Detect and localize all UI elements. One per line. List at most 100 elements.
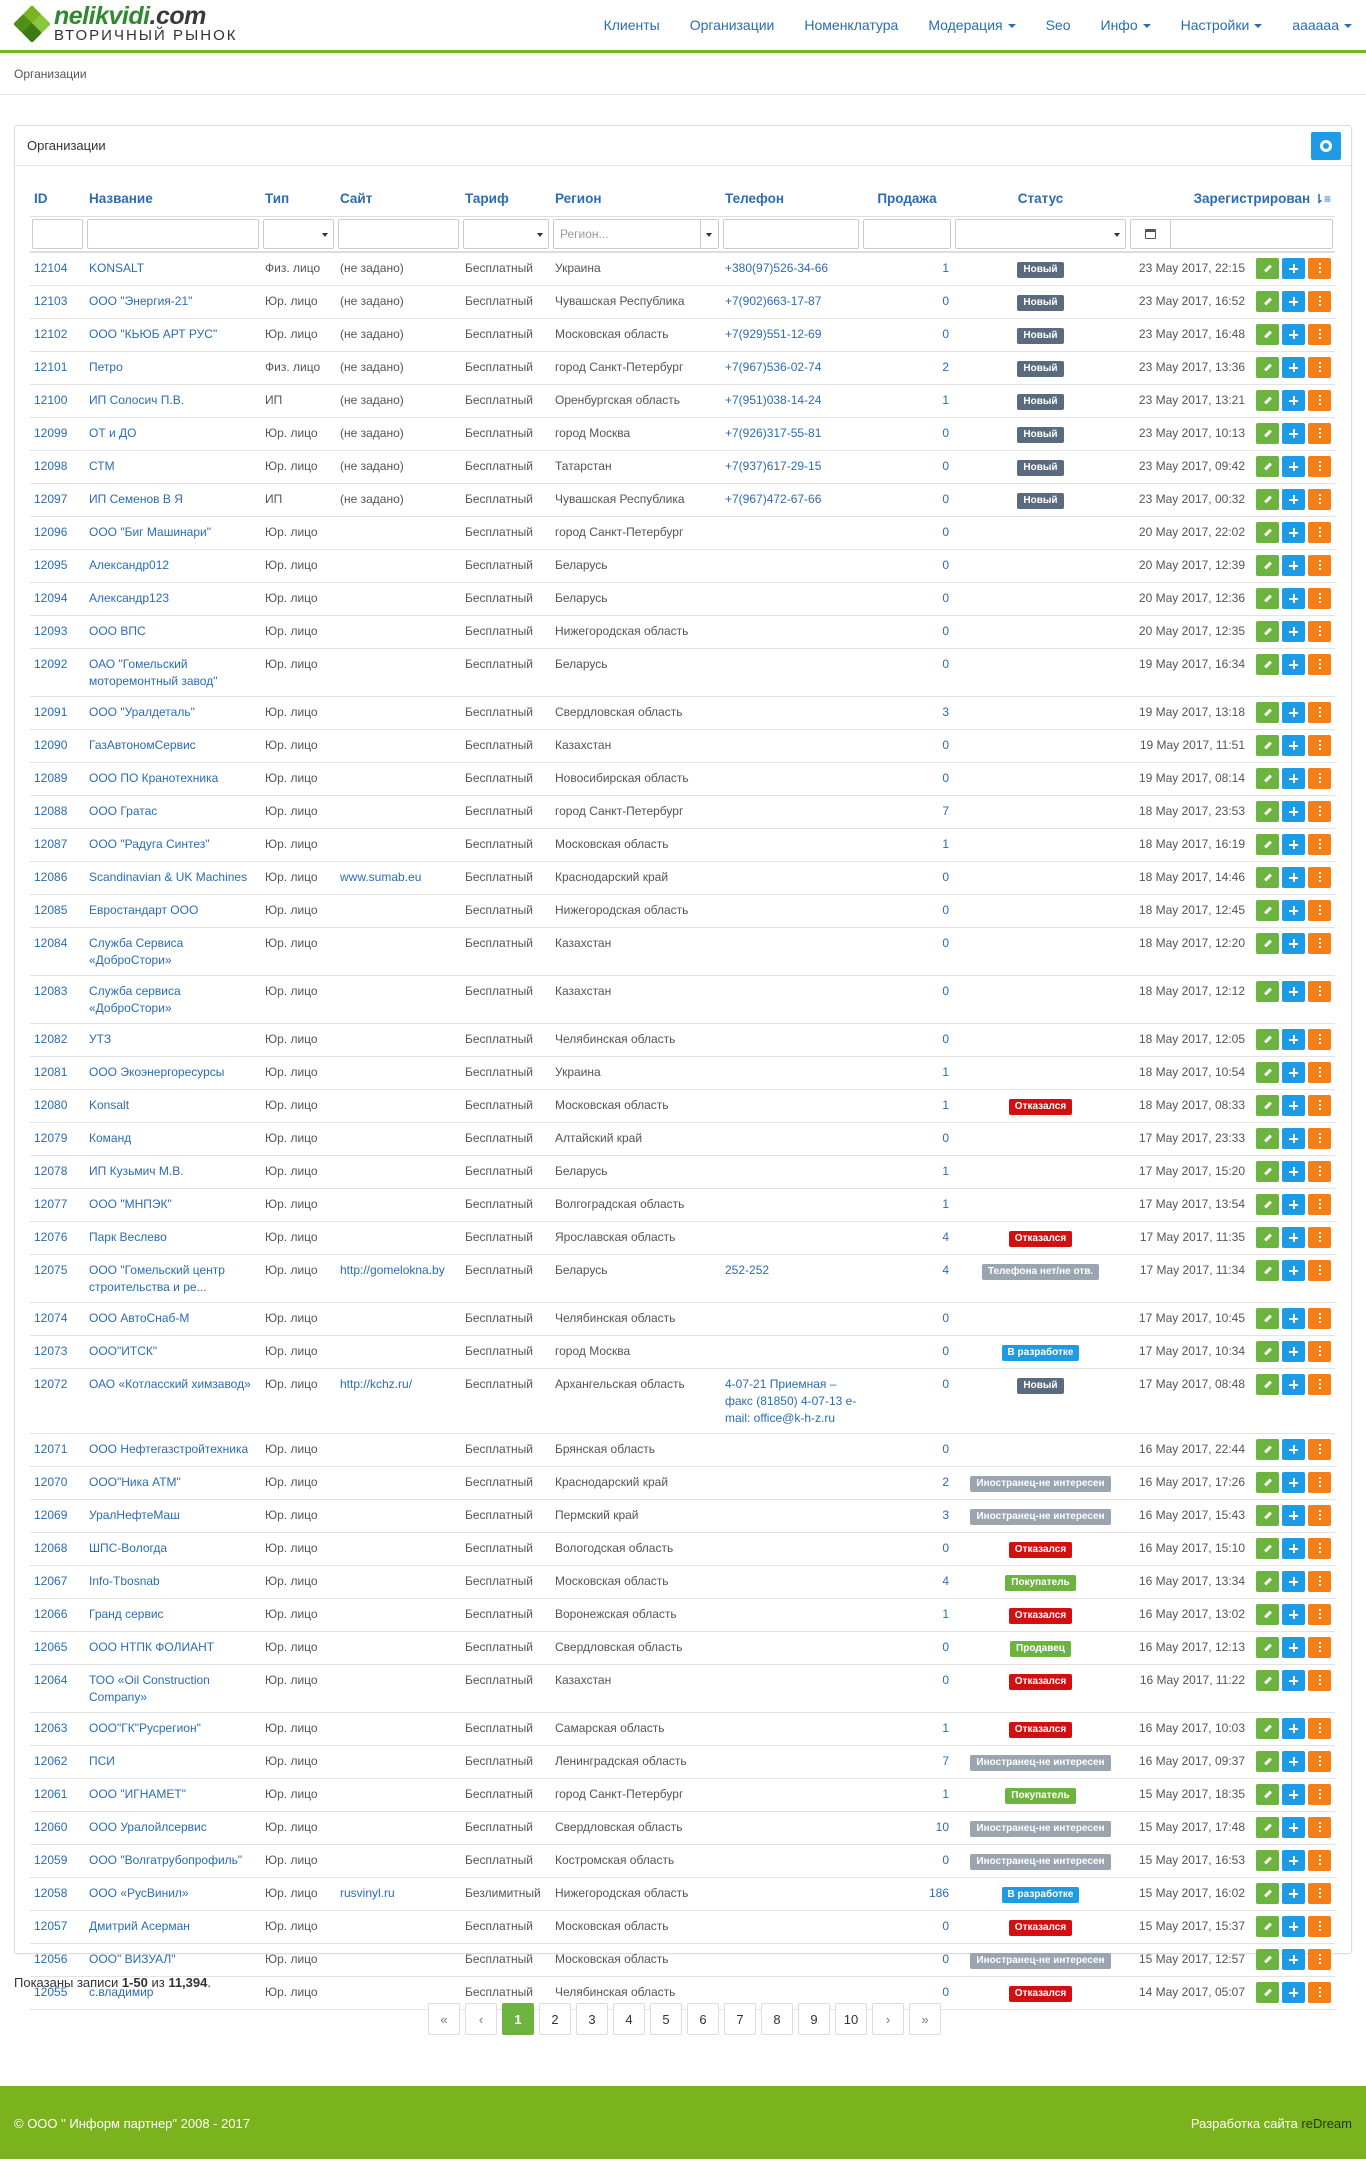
org-name-link[interactable]: ИП Солосич П.В. bbox=[89, 393, 184, 407]
org-id-link[interactable]: 12070 bbox=[34, 1475, 67, 1489]
sales-link[interactable]: 1 bbox=[942, 1607, 949, 1621]
sales-link[interactable]: 0 bbox=[942, 327, 949, 341]
sales-link[interactable]: 0 bbox=[942, 1985, 949, 1999]
org-id-link[interactable]: 12079 bbox=[34, 1131, 67, 1145]
more-button[interactable] bbox=[1308, 554, 1331, 576]
org-name-link[interactable]: Служба Сервиса «ДоброСтори» bbox=[89, 936, 183, 967]
edit-button[interactable] bbox=[1256, 800, 1279, 822]
org-id-link[interactable]: 12067 bbox=[34, 1574, 67, 1588]
add-button[interactable] bbox=[1282, 554, 1305, 576]
org-name-link[interactable]: ООО ВПС bbox=[89, 624, 146, 638]
sales-link[interactable]: 1 bbox=[942, 1787, 949, 1801]
page-5-button[interactable]: 5 bbox=[650, 2003, 682, 2035]
org-name-link[interactable]: Дмитрий Асерман bbox=[89, 1919, 190, 1933]
more-button[interactable] bbox=[1308, 980, 1331, 1002]
more-button[interactable] bbox=[1308, 257, 1331, 279]
more-button[interactable] bbox=[1308, 323, 1331, 345]
page-2-button[interactable]: 2 bbox=[539, 2003, 571, 2035]
more-button[interactable] bbox=[1308, 1193, 1331, 1215]
org-name-link[interactable]: ООО «РусВинил» bbox=[89, 1886, 189, 1900]
org-id-link[interactable]: 12060 bbox=[34, 1820, 67, 1834]
more-button[interactable] bbox=[1308, 800, 1331, 822]
org-id-link[interactable]: 12078 bbox=[34, 1164, 67, 1178]
edit-button[interactable] bbox=[1256, 422, 1279, 444]
org-name-link[interactable]: ООО"ИТСК" bbox=[89, 1344, 157, 1358]
phone-link[interactable]: +7(937)617-29-15 bbox=[725, 459, 821, 473]
org-id-link[interactable]: 12075 bbox=[34, 1263, 67, 1277]
org-id-link[interactable]: 12089 bbox=[34, 771, 67, 785]
more-button[interactable] bbox=[1308, 290, 1331, 312]
org-id-link[interactable]: 12091 bbox=[34, 705, 67, 719]
sales-link[interactable]: 7 bbox=[942, 804, 949, 818]
org-id-link[interactable]: 12068 bbox=[34, 1541, 67, 1555]
sales-link[interactable]: 0 bbox=[942, 591, 949, 605]
more-button[interactable] bbox=[1308, 1537, 1331, 1559]
org-id-link[interactable]: 12088 bbox=[34, 804, 67, 818]
add-button[interactable] bbox=[1282, 980, 1305, 1002]
edit-button[interactable] bbox=[1256, 767, 1279, 789]
more-button[interactable] bbox=[1308, 1028, 1331, 1050]
phone-link[interactable]: +7(926)317-55-81 bbox=[725, 426, 821, 440]
add-button[interactable] bbox=[1282, 1816, 1305, 1838]
org-name-link[interactable]: ООО "КЬЮБ АРТ РУС" bbox=[89, 327, 217, 341]
more-button[interactable] bbox=[1308, 1882, 1331, 1904]
more-button[interactable] bbox=[1308, 833, 1331, 855]
site-logo[interactable]: nelikvidi.com ВТОРИЧНЫЙ РЫНОК bbox=[13, 4, 238, 43]
edit-button[interactable] bbox=[1256, 833, 1279, 855]
org-name-link[interactable]: ООО АвтоСнаб-М bbox=[89, 1311, 189, 1325]
filter-type-select[interactable] bbox=[263, 218, 334, 249]
org-name-link[interactable]: ОАО "Гомельский моторемонтный завод" bbox=[89, 657, 217, 688]
org-name-link[interactable]: ОАО «Котласский химзавод» bbox=[89, 1377, 251, 1391]
org-name-link[interactable]: ООО" ВИЗУАЛ" bbox=[89, 1952, 176, 1966]
org-id-link[interactable]: 12103 bbox=[34, 294, 67, 308]
org-id-link[interactable]: 12086 bbox=[34, 870, 67, 884]
org-id-link[interactable]: 12097 bbox=[34, 492, 67, 506]
edit-button[interactable] bbox=[1256, 587, 1279, 609]
nav-item-1[interactable]: Организации bbox=[690, 17, 775, 33]
sales-link[interactable]: 0 bbox=[942, 870, 949, 884]
edit-button[interactable] bbox=[1256, 1373, 1279, 1395]
more-button[interactable] bbox=[1308, 1307, 1331, 1329]
more-button[interactable] bbox=[1308, 1849, 1331, 1871]
edit-button[interactable] bbox=[1256, 1948, 1279, 1970]
more-button[interactable] bbox=[1308, 653, 1331, 675]
edit-button[interactable] bbox=[1256, 1669, 1279, 1691]
phone-link[interactable]: +7(951)038-14-24 bbox=[725, 393, 821, 407]
org-id-link[interactable]: 12063 bbox=[34, 1721, 67, 1735]
add-button[interactable] bbox=[1282, 1981, 1305, 2003]
org-id-link[interactable]: 12059 bbox=[34, 1853, 67, 1867]
more-button[interactable] bbox=[1308, 1915, 1331, 1937]
col-registered[interactable]: Зарегистрирован ⇂≡ bbox=[1128, 182, 1335, 217]
edit-button[interactable] bbox=[1256, 521, 1279, 543]
org-id-link[interactable]: 12082 bbox=[34, 1032, 67, 1046]
page-nav-button-13[interactable]: » bbox=[909, 2003, 941, 2035]
org-id-link[interactable]: 12058 bbox=[34, 1886, 67, 1900]
add-button[interactable] bbox=[1282, 1061, 1305, 1083]
calendar-icon[interactable] bbox=[1131, 219, 1171, 248]
sales-link[interactable]: 0 bbox=[942, 1311, 949, 1325]
org-name-link[interactable]: ИП Кузьмич М.В. bbox=[89, 1164, 184, 1178]
org-name-link[interactable]: ИП Семенов В Я bbox=[89, 492, 183, 506]
org-name-link[interactable]: ООО Нефтегазстройтехника bbox=[89, 1442, 248, 1456]
add-button[interactable] bbox=[1282, 734, 1305, 756]
filter-id-input[interactable] bbox=[32, 218, 83, 249]
col-id[interactable]: ID bbox=[30, 182, 85, 217]
org-name-link[interactable]: ООО "Биг Машинари" bbox=[89, 525, 211, 539]
org-name-link[interactable]: Парк Веслево bbox=[89, 1230, 167, 1244]
add-button[interactable] bbox=[1282, 521, 1305, 543]
page-4-button[interactable]: 4 bbox=[613, 2003, 645, 2035]
edit-button[interactable] bbox=[1256, 1603, 1279, 1625]
org-id-link[interactable]: 12085 bbox=[34, 903, 67, 917]
add-button[interactable] bbox=[1282, 1438, 1305, 1460]
col-type[interactable]: Тип bbox=[261, 182, 336, 217]
nav-item-7[interactable]: aaaaaa bbox=[1292, 17, 1352, 33]
add-button[interactable] bbox=[1282, 1750, 1305, 1772]
org-name-link[interactable]: ООО ПО Кранотехника bbox=[89, 771, 218, 785]
add-button[interactable] bbox=[1282, 323, 1305, 345]
edit-button[interactable] bbox=[1256, 1193, 1279, 1215]
org-name-link[interactable]: ООО "МНПЭК" bbox=[89, 1197, 172, 1211]
org-id-link[interactable]: 12099 bbox=[34, 426, 67, 440]
more-button[interactable] bbox=[1308, 1340, 1331, 1362]
edit-button[interactable] bbox=[1256, 620, 1279, 642]
more-button[interactable] bbox=[1308, 620, 1331, 642]
